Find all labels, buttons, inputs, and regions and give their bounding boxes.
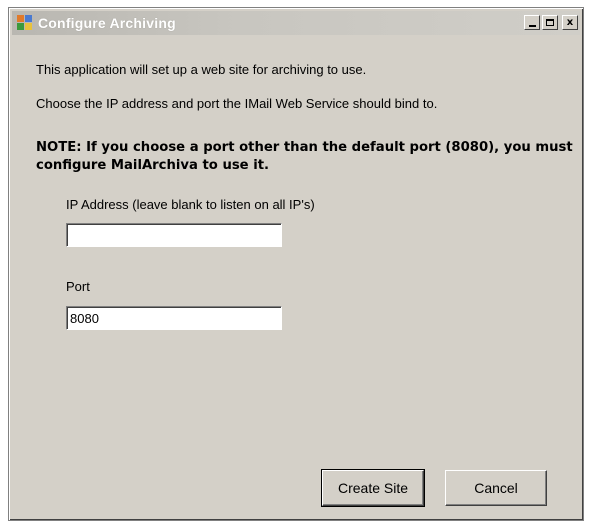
intro-text-2: Choose the IP address and port the IMail… [36, 96, 438, 111]
minimize-button[interactable] [524, 15, 540, 30]
ip-address-label: IP Address (leave blank to listen on all… [66, 197, 315, 212]
title-bar[interactable]: Configure Archiving x [12, 11, 580, 35]
maximize-icon [546, 19, 554, 26]
port-input[interactable] [66, 306, 282, 330]
configure-archiving-window: Configure Archiving x This application w… [8, 7, 584, 521]
app-icon [17, 15, 33, 31]
ip-address-input[interactable] [66, 223, 282, 247]
close-button[interactable]: x [562, 15, 578, 30]
cancel-button[interactable]: Cancel [445, 470, 547, 506]
port-label: Port [66, 279, 90, 294]
intro-text-1: This application will set up a web site … [36, 62, 367, 77]
note-text: NOTE: If you choose a port other than th… [36, 140, 573, 173]
maximize-button[interactable] [542, 15, 558, 30]
create-site-button[interactable]: Create Site [321, 469, 425, 507]
minimize-icon [528, 25, 536, 27]
window-title: Configure Archiving [38, 15, 176, 31]
close-icon: x [566, 16, 574, 28]
